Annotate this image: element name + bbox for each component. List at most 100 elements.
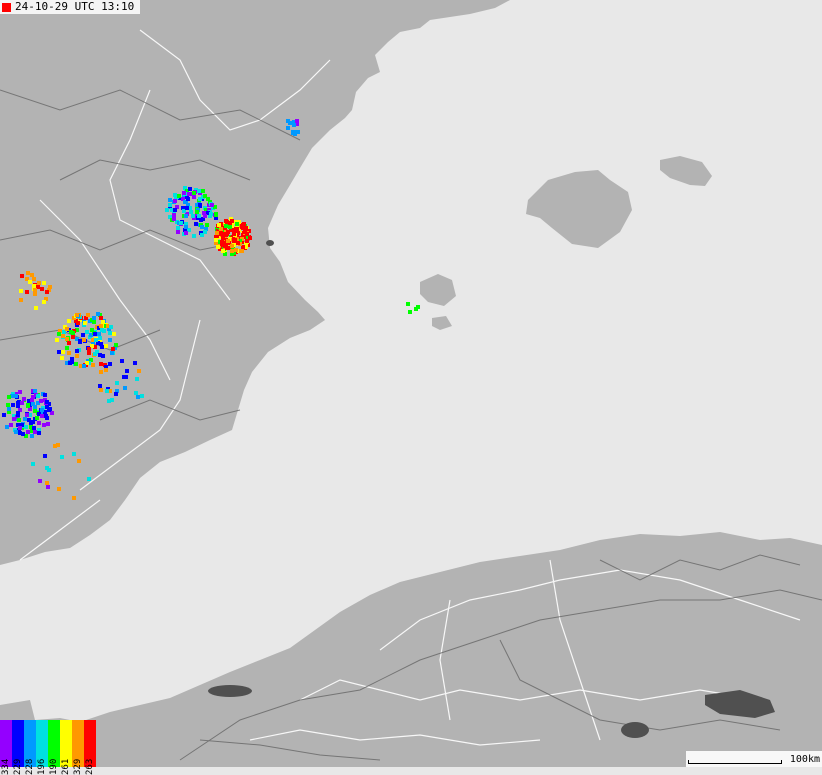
strike-marker [198,203,202,207]
legend-label: 261 [61,745,71,775]
strike-marker [32,426,36,430]
strike-marker [184,231,188,235]
strike-marker [99,370,103,374]
timestamp-text: 24-10-29 UTC 13:10 [15,0,134,14]
strike-marker [201,189,205,193]
strike-marker [214,212,218,216]
strike-marker [19,298,23,302]
strike-marker [195,210,199,214]
strike-marker [75,354,79,358]
strike-marker [114,343,118,347]
strike-marker [219,227,223,231]
strike-marker [99,316,103,320]
strike-marker [234,248,238,252]
strike-marker [72,452,76,456]
strike-marker [61,334,65,338]
strike-marker [210,203,214,207]
strike-marker [86,313,90,317]
strike-marker [24,425,28,429]
strike-marker [32,277,36,281]
strike-marker [137,369,141,373]
strike-marker [408,310,412,314]
strike-marker [16,413,20,417]
strike-marker [43,454,47,458]
strike-marker [165,208,169,212]
strike-marker [90,328,94,332]
strike-marker [32,284,36,288]
strike-marker [99,324,103,328]
strike-marker [72,496,76,500]
strike-marker [291,130,295,134]
strike-marker [11,403,15,407]
strike-marker [109,325,113,329]
strike-marker [94,338,98,342]
strike-marker [65,327,69,331]
strike-marker [179,221,183,225]
strike-marker [92,316,96,320]
legend-swatch: 263 [84,720,96,767]
scale-label: 100km [790,755,820,765]
scale-bar-line [688,760,782,764]
strike-marker [55,338,59,342]
legend-label: 190 [49,745,59,775]
strike-marker [108,331,112,335]
strike-marker [107,399,111,403]
strike-marker [133,361,137,365]
strike-marker [87,351,91,355]
strike-marker [96,312,100,316]
strike-marker [240,224,244,228]
strike-marker [98,384,102,388]
strike-marker [5,425,9,429]
legend: 334229228196190261329263 [0,720,96,767]
strike-marker [221,249,225,253]
strike-marker [168,198,172,202]
strike-marker [120,359,124,363]
strike-marker [57,332,61,336]
strike-marker [224,224,228,228]
strike-marker [42,423,46,427]
strike-marker [192,234,196,238]
legend-label: 196 [37,745,47,775]
strike-marker [33,409,37,413]
strike-marker [108,338,112,342]
strike-marker [14,394,18,398]
strike-marker [77,459,81,463]
strike-marker [203,194,207,198]
strike-marker [136,395,140,399]
strike-marker [239,249,243,253]
strike-marker [214,238,218,242]
strike-marker [112,332,116,336]
strike-marker [40,414,44,418]
strike-marker [14,430,18,434]
scale-bar: 100km [686,751,822,767]
strike-marker [168,203,172,207]
legend-label: 263 [85,745,95,775]
strike-marker [123,386,127,390]
strike-marker [56,443,60,447]
latest-strike-icon [2,3,11,12]
strike-marker [33,430,37,434]
lake [266,240,274,246]
strike-marker [215,231,219,235]
strike-marker [209,212,213,216]
strike-marker [33,389,37,393]
strike-marker [38,479,42,483]
strike-marker [20,401,24,405]
strike-marker [45,481,49,485]
lake [621,722,649,738]
strike-marker [76,321,80,325]
strike-marker [134,391,138,395]
strike-marker [82,364,86,368]
strike-marker [25,413,29,417]
strike-marker [48,285,52,289]
strike-marker [60,455,64,459]
strike-marker [191,214,195,218]
strike-marker [78,340,82,344]
strike-marker [184,225,188,229]
strike-marker [25,290,29,294]
strike-marker [6,403,10,407]
strike-marker [39,399,43,403]
strike-marker [230,249,234,253]
strike-marker [37,281,41,285]
strike-marker [74,362,78,366]
